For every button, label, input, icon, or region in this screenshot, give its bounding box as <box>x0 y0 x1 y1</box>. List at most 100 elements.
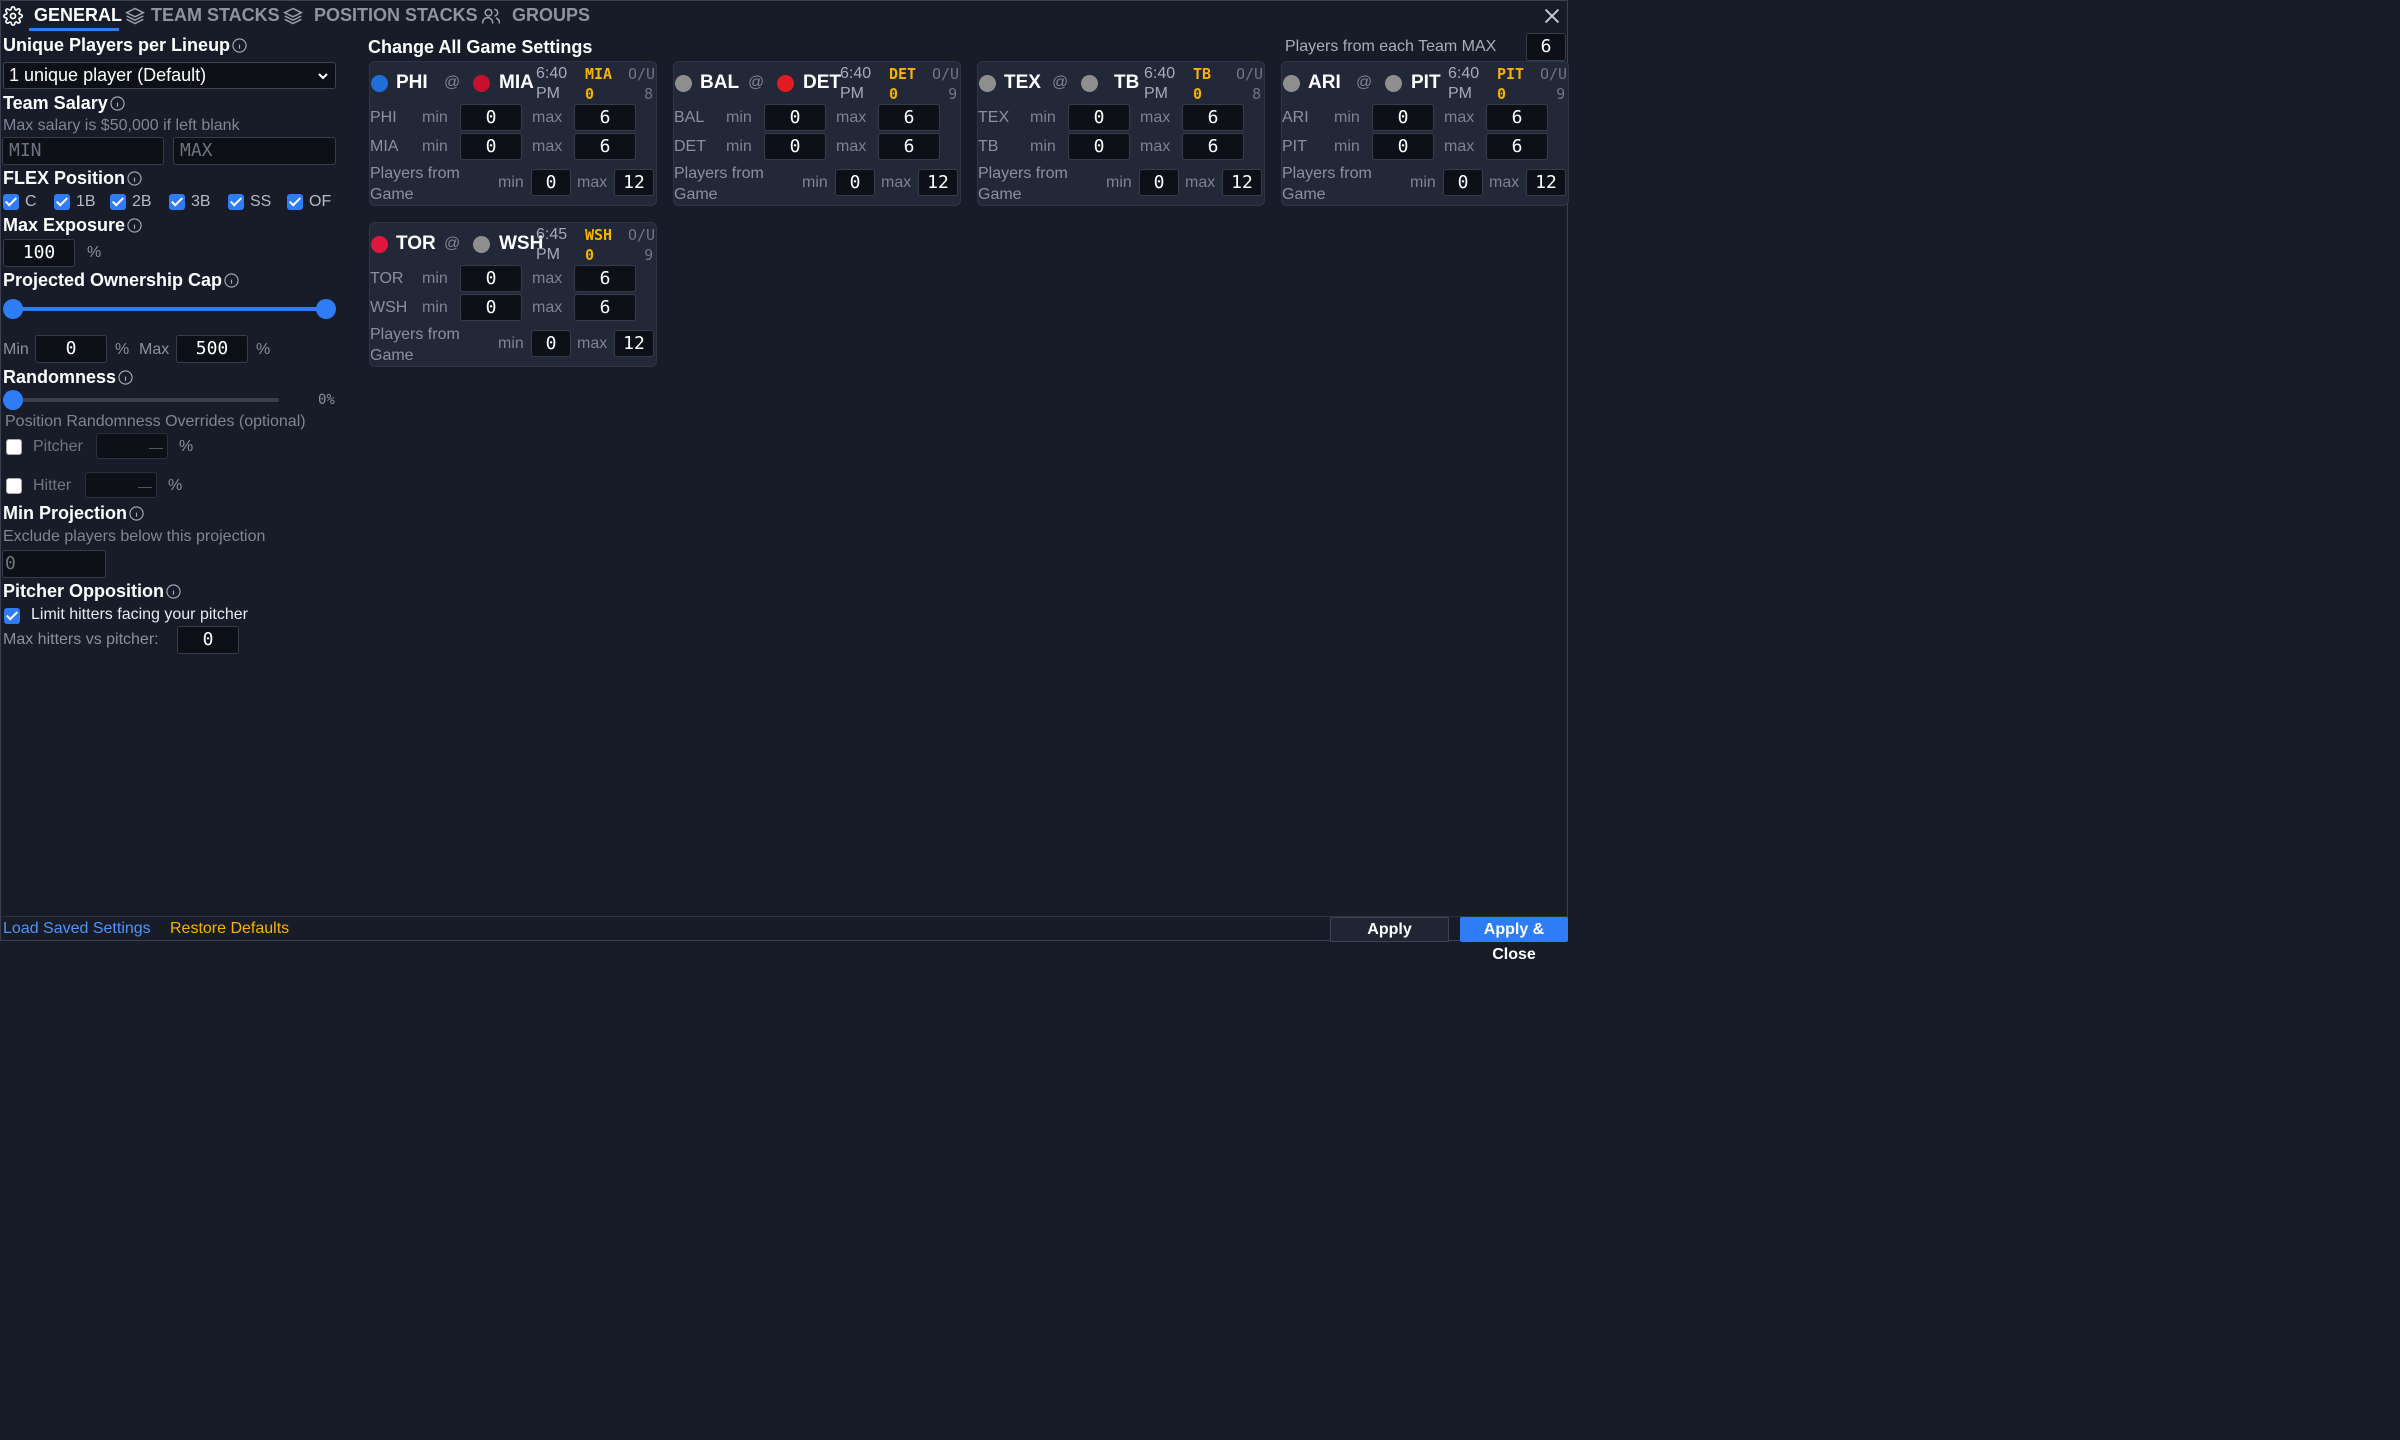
tab-general[interactable]: GENERAL <box>34 5 146 26</box>
load-saved-settings-link[interactable]: Load Saved Settings <box>3 920 151 938</box>
away-min-input[interactable]: 0 <box>460 104 522 131</box>
away-team-label: TEX <box>978 109 1010 126</box>
away-team: ARI <box>1308 72 1341 93</box>
flex-option-1b[interactable]: 1B <box>54 193 96 211</box>
game-max-input[interactable]: 12 <box>918 169 958 196</box>
limit-hitters-checkbox[interactable] <box>4 608 20 624</box>
info-icon[interactable] <box>127 218 142 233</box>
game-max-input[interactable]: 12 <box>614 330 654 357</box>
flex-option-ss[interactable]: SS <box>228 193 271 211</box>
away-max-input[interactable]: 6 <box>878 104 940 131</box>
unique-players-select[interactable]: 1 unique player (Default) <box>3 62 336 89</box>
randomness-thumb[interactable] <box>3 390 23 410</box>
tab-team-stacks[interactable]: TEAM STACKS <box>151 5 303 26</box>
checkbox[interactable] <box>287 194 303 210</box>
at-symbol: @ <box>748 74 765 91</box>
away-min-input[interactable]: 0 <box>460 265 522 292</box>
info-icon[interactable] <box>110 96 125 111</box>
over-under: O/U 9 <box>932 65 960 103</box>
game-max-input[interactable]: 12 <box>1222 169 1262 196</box>
percent-unit: % <box>179 438 194 455</box>
home-max-input[interactable]: 6 <box>574 133 636 160</box>
min-label: min <box>1030 109 1056 126</box>
tab-groups[interactable]: GROUPS <box>512 5 590 26</box>
info-icon[interactable] <box>127 171 142 186</box>
close-icon[interactable] <box>1541 5 1563 27</box>
apply-close-button[interactable]: Apply & Close <box>1460 917 1568 963</box>
home-max-input[interactable]: 6 <box>1486 133 1548 160</box>
home-min-input[interactable]: 0 <box>764 133 826 160</box>
away-team: TEX <box>1004 72 1041 93</box>
checkbox[interactable] <box>54 194 70 210</box>
game-max-input[interactable]: 12 <box>1526 169 1566 196</box>
home-min-input[interactable]: 0 <box>460 133 522 160</box>
game-min-input[interactable]: 0 <box>1139 169 1179 196</box>
flex-option-2b[interactable]: 2B <box>110 193 152 211</box>
checkbox[interactable] <box>169 194 185 210</box>
away-min-input[interactable]: 0 <box>1372 104 1434 131</box>
flex-option-of[interactable]: OF <box>287 193 331 211</box>
game-min-input[interactable]: 0 <box>1443 169 1483 196</box>
percent-unit: % <box>256 341 271 358</box>
checkbox[interactable] <box>110 194 126 210</box>
home-max-input[interactable]: 6 <box>1182 133 1244 160</box>
apply-button[interactable]: Apply <box>1330 917 1449 942</box>
away-max-input[interactable]: 6 <box>1182 104 1244 131</box>
max-label: max <box>1140 109 1171 126</box>
games-panel-title: Change All Game Settings <box>368 37 593 57</box>
randomness-track[interactable] <box>13 398 279 402</box>
game-max-input[interactable]: 12 <box>614 169 654 196</box>
flex-option-c[interactable]: C <box>3 193 37 211</box>
pitcher-override-label: Pitcher <box>33 438 83 455</box>
ownership-min-input[interactable]: 0 <box>35 335 107 363</box>
salary-max-input[interactable]: MAX <box>173 137 336 165</box>
home-min-input[interactable]: 0 <box>1068 133 1130 160</box>
max-hitters-input[interactable]: 0 <box>177 626 239 654</box>
ownership-max-label: Max <box>139 341 170 358</box>
info-icon[interactable] <box>129 506 144 521</box>
away-max-input[interactable]: 6 <box>574 104 636 131</box>
ownership-min-thumb[interactable] <box>3 299 23 319</box>
game-min-input[interactable]: 0 <box>531 169 571 196</box>
ownership-max-input[interactable]: 500 <box>176 335 248 363</box>
info-icon[interactable] <box>232 38 247 53</box>
away-min-input[interactable]: 0 <box>1068 104 1130 131</box>
home-max-input[interactable]: 6 <box>574 294 636 321</box>
away-max-input[interactable]: 6 <box>1486 104 1548 131</box>
home-team: PIT <box>1411 72 1441 93</box>
home-team-label: DET <box>674 138 706 155</box>
hitter-override-input[interactable]: — <box>85 472 157 498</box>
max-hitters-label: Max hitters vs pitcher: <box>3 631 159 648</box>
flex-option-3b[interactable]: 3B <box>169 193 211 211</box>
team-max-input[interactable]: 6 <box>1526 33 1566 61</box>
salary-min-input[interactable]: MIN <box>2 137 164 165</box>
game-min-input[interactable]: 0 <box>835 169 875 196</box>
home-min-input[interactable]: 0 <box>1372 133 1434 160</box>
max-label: max <box>1444 138 1475 155</box>
favorite-indicator: WSH 0 <box>585 226 613 264</box>
pitcher-override-input[interactable]: — <box>96 433 168 459</box>
hitter-override-checkbox[interactable] <box>6 478 22 494</box>
info-icon[interactable] <box>224 273 239 288</box>
home-min-input[interactable]: 0 <box>460 294 522 321</box>
home-max-input[interactable]: 6 <box>878 133 940 160</box>
team-color-dot <box>1283 75 1300 92</box>
game-min-input[interactable]: 0 <box>531 330 571 357</box>
min-label: min <box>422 299 448 316</box>
max-label: max <box>1185 174 1216 191</box>
players-from-game-label: Players from Game <box>978 165 1068 203</box>
min-label: min <box>498 335 524 352</box>
ownership-max-thumb[interactable] <box>316 299 336 319</box>
max-exposure-input[interactable]: 100 <box>3 239 75 267</box>
info-icon[interactable] <box>166 584 181 599</box>
min-projection-input[interactable]: 0 <box>2 550 106 578</box>
info-icon[interactable] <box>118 370 133 385</box>
checkbox[interactable] <box>3 194 19 210</box>
restore-defaults-link[interactable]: Restore Defaults <box>170 920 289 938</box>
away-max-input[interactable]: 6 <box>574 265 636 292</box>
pitcher-override-checkbox[interactable] <box>6 439 22 455</box>
checkbox[interactable] <box>228 194 244 210</box>
away-min-input[interactable]: 0 <box>764 104 826 131</box>
tab-position-stacks[interactable]: POSITION STACKS <box>314 5 501 26</box>
hitter-override-label: Hitter <box>33 477 72 494</box>
